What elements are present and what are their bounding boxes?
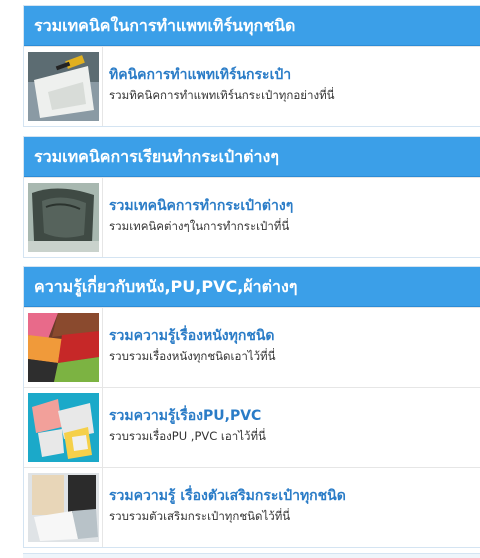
item-description: รวบรวมเรื่องหนังทุกชนิดเอาไว้ที่นี่: [109, 349, 276, 363]
item-description: รวบรวมเรื่องPU ,PVC เอาไว้ที่นี่: [109, 429, 266, 443]
section-header[interactable]: รวมเทคนิคการเรียนทำกระเป๋าต่างๆ: [24, 137, 480, 177]
section-bag-making-techniques: รวมเทคนิคการเรียนทำกระเป๋าต่างๆ รวมเทคนิ…: [23, 136, 480, 258]
bag-making-photo[interactable]: [28, 183, 99, 252]
section-material-knowledge: ความรู้เกี่ยวกับหนัง,PU,PVC,ผ้าต่างๆ รวม…: [23, 266, 480, 548]
pu-pvc-photo[interactable]: [28, 393, 99, 462]
leather-samples-photo[interactable]: [28, 313, 99, 382]
thumbnail-cell: [24, 308, 103, 387]
list-item[interactable]: รวมเทคนิคการทำกระเป๋าต่างๆ รวมเทคนิคต่าง…: [24, 177, 480, 257]
next-section-edge: [23, 553, 480, 558]
item-title-link[interactable]: รวมความรู้เรื่องPU,PVC: [109, 405, 476, 427]
list-item[interactable]: รวมความรู้เรื่องPU,PVC รวบรวมเรื่องPU ,P…: [24, 387, 480, 467]
item-description: รวมทิคนิคการทำแพทเทิร์นกระเป๋าทุกอย่างที…: [109, 88, 335, 102]
item-title-link[interactable]: รวมความรู้เรื่องหนังทุกชนิด: [109, 325, 476, 347]
thumbnail-cell: [24, 47, 103, 126]
section-header[interactable]: ความรู้เกี่ยวกับหนัง,PU,PVC,ผ้าต่างๆ: [24, 267, 480, 307]
list-item[interactable]: รวมความรู้ เรื่องตัวเสริมกระเป๋าทุกชนิด …: [24, 467, 480, 547]
list-item[interactable]: ทิคนิคการทำแพทเทิร์นกระเป๋า รวมทิคนิคการ…: [24, 46, 480, 126]
section-pattern-techniques: รวมเทคนิคในการทำแพทเทิร์นทุกชนิด ทิคนิคก…: [23, 5, 480, 127]
item-title-link[interactable]: ทิคนิคการทำแพทเทิร์นกระเป๋า: [109, 64, 476, 86]
thumbnail-cell: [24, 468, 103, 547]
section-header[interactable]: รวมเทคนิคในการทำแพทเทิร์นทุกชนิด: [24, 6, 480, 46]
thumbnail-cell: [24, 178, 103, 257]
item-title-link[interactable]: รวมเทคนิคการทำกระเป๋าต่างๆ: [109, 195, 476, 217]
thumbnail-cell: [24, 388, 103, 467]
item-title-link[interactable]: รวมความรู้ เรื่องตัวเสริมกระเป๋าทุกชนิด: [109, 485, 476, 507]
bag-reinforcement-photo[interactable]: [28, 473, 99, 542]
item-description: รวบรวมตัวเสริมกระเป๋าทุกชนิดไว้ที่นี่: [109, 509, 291, 523]
item-description: รวมเทคนิคต่างๆในการทำกระเป๋าที่นี่: [109, 219, 290, 233]
pattern-cutting-photo[interactable]: [28, 52, 99, 121]
list-item[interactable]: รวมความรู้เรื่องหนังทุกชนิด รวบรวมเรื่อง…: [24, 307, 480, 387]
